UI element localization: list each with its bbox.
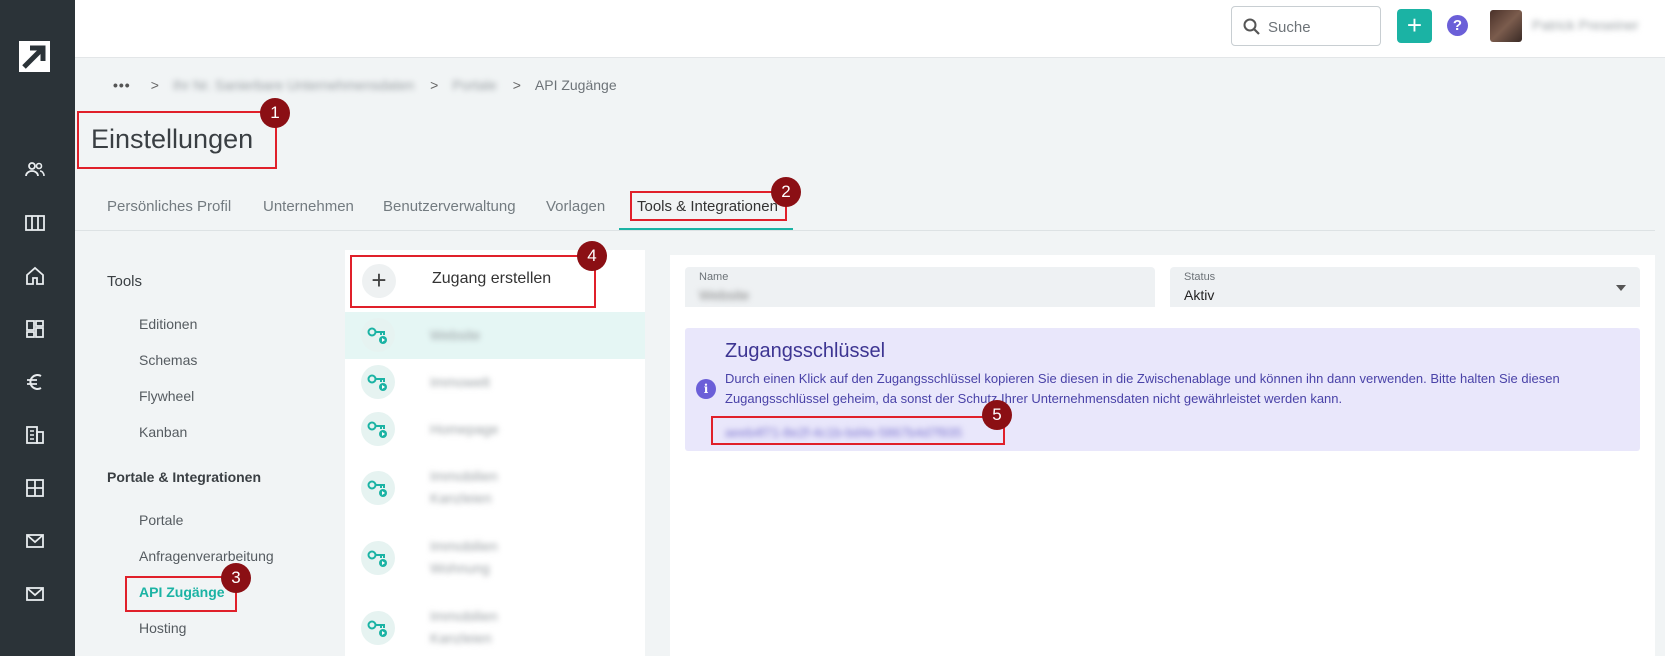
name-field-label: Name [699,271,729,283]
list-item-label: Immobilien [430,608,498,624]
settings-tabs: Persönliches Profil Unternehmen Benutzer… [75,186,1655,231]
annotation-badge: 2 [771,177,801,207]
breadcrumb-more[interactable]: ••• [113,77,131,93]
status-field-label: Status [1184,271,1216,283]
mail-outbox-icon[interactable] [24,583,46,605]
subnav-item-portale[interactable]: Portale [139,512,183,528]
subnav-item-kanban[interactable]: Kanban [139,424,187,440]
list-item-sublabel: Wohnung [430,560,490,576]
info-icon: i [696,379,716,399]
euro-icon[interactable] [24,371,46,393]
annotation-badge: 3 [221,563,251,593]
tab-company[interactable]: Unternehmen [263,198,354,215]
columns-icon[interactable] [24,212,46,234]
key-icon [361,412,395,446]
home-icon[interactable] [24,265,46,287]
contacts-icon[interactable] [24,159,46,181]
search-box[interactable] [1231,6,1381,46]
avatar[interactable] [1490,10,1522,42]
subnav-item-hosting[interactable]: Hosting [139,620,186,636]
access-list: + Zugang erstellen Website Immowelt Home… [345,250,645,656]
chevron-down-icon[interactable] [1616,285,1626,291]
annotation-badge: 4 [577,241,607,271]
search-input[interactable] [1268,16,1373,38]
left-rail [0,0,75,656]
highlight-tools-tab [630,191,787,221]
list-item-label: Website [430,327,481,343]
tab-personal-profile[interactable]: Persönliches Profil [107,198,231,215]
highlight-page-title [77,111,277,169]
list-item[interactable]: Immobilien Wohnung [345,523,645,593]
top-bar: + ? Patrick Preseiner [75,0,1665,58]
key-icon [361,611,395,645]
status-field-value[interactable]: Aktiv [1184,287,1214,303]
help-icon[interactable]: ? [1447,15,1468,36]
list-item-sublabel: Kanzleien [430,490,492,506]
list-item[interactable]: Homepage [345,406,645,453]
user-name[interactable]: Patrick Preseiner [1532,17,1639,33]
search-icon [1242,17,1262,37]
highlight-access-key [711,416,1005,445]
key-icon [361,471,395,505]
name-field-value[interactable]: Website [699,287,749,303]
breadcrumb-current: API Zugänge [534,77,617,93]
breadcrumb-separator: > [150,77,159,93]
breadcrumb-level2[interactable]: Portale [452,77,496,93]
name-field[interactable]: Name Website [685,267,1155,307]
breadcrumb-separator: > [512,77,521,93]
access-key-title: Zugangsschlüssel [725,340,886,362]
annotation-badge: 1 [260,98,290,128]
highlight-create-access [350,255,596,308]
list-item-sublabel: Kanzleien [430,630,492,646]
access-key-description: Durch einen Klick auf den Zugangsschlüss… [725,371,1560,406]
mail-icon[interactable] [24,530,46,552]
building-icon[interactable] [24,424,46,446]
highlight-api-nav [125,576,237,612]
subnav-item-anfragenverarbeitung[interactable]: Anfragenverarbeitung [139,548,274,564]
key-icon [361,541,395,575]
status-select[interactable]: Status Aktiv [1170,267,1640,307]
list-item[interactable]: Website [345,312,645,359]
list-item-label: Immowelt [430,374,490,390]
active-tab-indicator [619,228,793,230]
subnav-group-tools: Tools [107,273,143,290]
logo-icon[interactable] [19,41,50,72]
tab-templates[interactable]: Vorlagen [546,198,605,215]
list-item-label: Homepage [430,421,499,437]
list-item[interactable]: Immowelt [345,359,645,406]
list-item[interactable]: Immobilien Kanzleien [345,593,645,656]
key-icon [361,365,395,399]
breadcrumb: ••• > Ihr Nr. Sanierbare Unternehmensdat… [113,75,617,95]
annotation-badge: 5 [982,400,1012,430]
subnav-item-flywheel[interactable]: Flywheel [139,388,194,404]
list-item-label: Immobilien [430,538,498,554]
breadcrumb-level1[interactable]: Ihr Nr. Sanierbare Unternehmensdaten [173,77,414,93]
subnav-item-schemas[interactable]: Schemas [139,352,197,368]
breadcrumb-separator: > [430,77,439,93]
subnav-item-editionen[interactable]: Editionen [139,316,197,332]
tab-user-management[interactable]: Benutzerverwaltung [383,198,516,215]
dashboard-icon[interactable] [24,318,46,340]
key-icon [361,318,395,352]
grid-icon[interactable] [24,477,46,499]
add-button[interactable]: + [1397,9,1432,43]
detail-panel: Name Website Status Aktiv i Zugangsschlü… [670,255,1655,656]
list-item-label: Immobilien [430,468,498,484]
subnav-group-portals: Portale & Integrationen [107,469,262,485]
list-item[interactable]: Immobilien Kanzleien [345,453,645,523]
